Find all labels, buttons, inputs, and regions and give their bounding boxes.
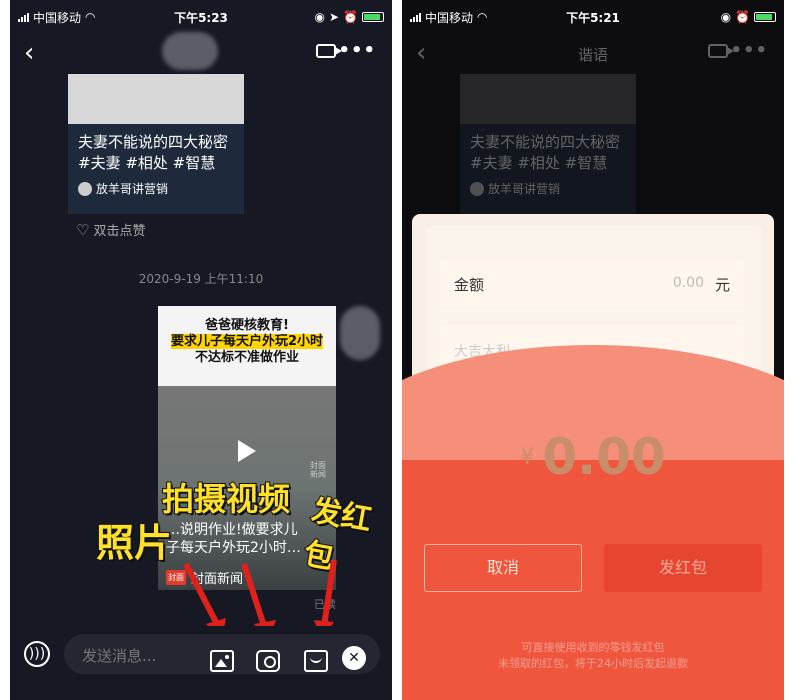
shared-video-card: 夫妻不能说的四大秘密 #夫妻 #相处 #智慧 放羊哥讲营销 [460,74,636,214]
play-icon[interactable] [238,440,256,462]
card-title: 夫妻不能说的四大秘密 [78,133,229,151]
red-packet-icon[interactable] [304,650,328,672]
card-tags: #夫妻 #相处 #智慧 [78,154,216,172]
card-thumbnail [68,74,244,124]
battery-icon [754,12,776,22]
video-watermark: 封面 新闻 [310,461,326,479]
more-icon[interactable]: ••• [338,40,376,61]
blurred-contact-name [162,32,218,70]
author-avatar [470,181,484,196]
amount-unit: 元 [714,276,730,294]
chat-screen: 中国移动 ◠ 下午5:23 ◉ ➤ ⏰ ‹ ••• 夫妻不能说的四大秘密 #夫妻… [10,0,392,700]
card-tags: #夫妻 #相处 #智慧 [470,154,608,172]
total-value: 0.00 [542,428,666,486]
currency-symbol: ¥ [520,444,535,470]
message-timestamp: 2020-9-19 上午11:10 [138,272,264,286]
author-avatar [78,181,92,196]
lock-rotation-icon: ◉ [314,10,325,24]
card-title: 夫妻不能说的四大秘密 [470,133,621,151]
avatar[interactable] [340,306,380,360]
red-packet-screen: 中国移动 ◠ 下午5:21 ◉ ⏰ ‹ 谐语 ••• 夫妻不能说的四大秘密 #夫… [402,0,784,700]
message-input[interactable]: 发送消息... ✕ [64,634,380,674]
alarm-icon: ⏰ [735,10,750,24]
input-bar: ))) 发送消息... ✕ [10,626,392,688]
nav-bar: ‹ ••• [10,32,392,74]
card-author: 放羊哥讲营销 [96,182,169,196]
image-icon[interactable] [210,650,234,672]
amount-field[interactable]: 金额 0.00 元 [440,260,744,306]
video-call-icon[interactable] [708,44,734,58]
annotation-photo: 照片 [95,520,173,566]
close-icon[interactable]: ✕ [342,646,366,670]
heart-icon: ♡ [76,220,90,239]
shared-video-card[interactable]: 夫妻不能说的四大秘密 #夫妻 #相处 #智慧 放羊哥讲营销 [68,74,244,214]
video-headline-2: 要求儿子每天户外玩2小时 [170,334,324,349]
status-bar: 中国移动 ◠ 下午5:21 ◉ ⏰ [402,0,784,34]
double-tap-like[interactable]: ♡ 双击点赞 [76,220,146,240]
cancel-button[interactable]: 取消 [424,544,582,592]
back-icon[interactable]: ‹ [24,40,34,66]
footnote: 可直接使用收到的零钱发红包 未领取的红包，将于24小时后发起退款 [498,641,688,670]
message-placeholder: 发送消息... [82,647,157,665]
card-author: 放羊哥讲营销 [488,182,561,196]
like-label: 双击点赞 [93,224,146,239]
location-icon: ➤ [328,10,340,24]
video-call-icon[interactable] [316,44,342,58]
video-caption-1: …说明作业!做要求儿 [166,522,298,538]
annotation-video: 拍摄视频 [161,479,291,519]
send-red-packet-button[interactable]: 发红包 [604,544,762,592]
more-icon[interactable]: ••• [730,40,768,61]
video-headline-3: 不达标不准做作业 [194,350,299,365]
voice-icon[interactable]: ))) [24,641,50,667]
status-bar: 中国移动 ◠ 下午5:23 ◉ ➤ ⏰ [10,0,392,34]
total-amount: ¥0.00 [402,428,784,486]
camera-icon[interactable] [256,650,280,672]
amount-value: 0.00 [672,275,704,291]
nav-bar: ‹ 谐语 ••• [402,34,784,74]
lock-rotation-icon: ◉ [720,10,732,24]
amount-label: 金额 [454,276,485,294]
battery-icon [362,12,384,22]
alarm-icon: ⏰ [343,10,358,24]
video-headline-1: 爸爸硬核教育! [205,318,289,333]
